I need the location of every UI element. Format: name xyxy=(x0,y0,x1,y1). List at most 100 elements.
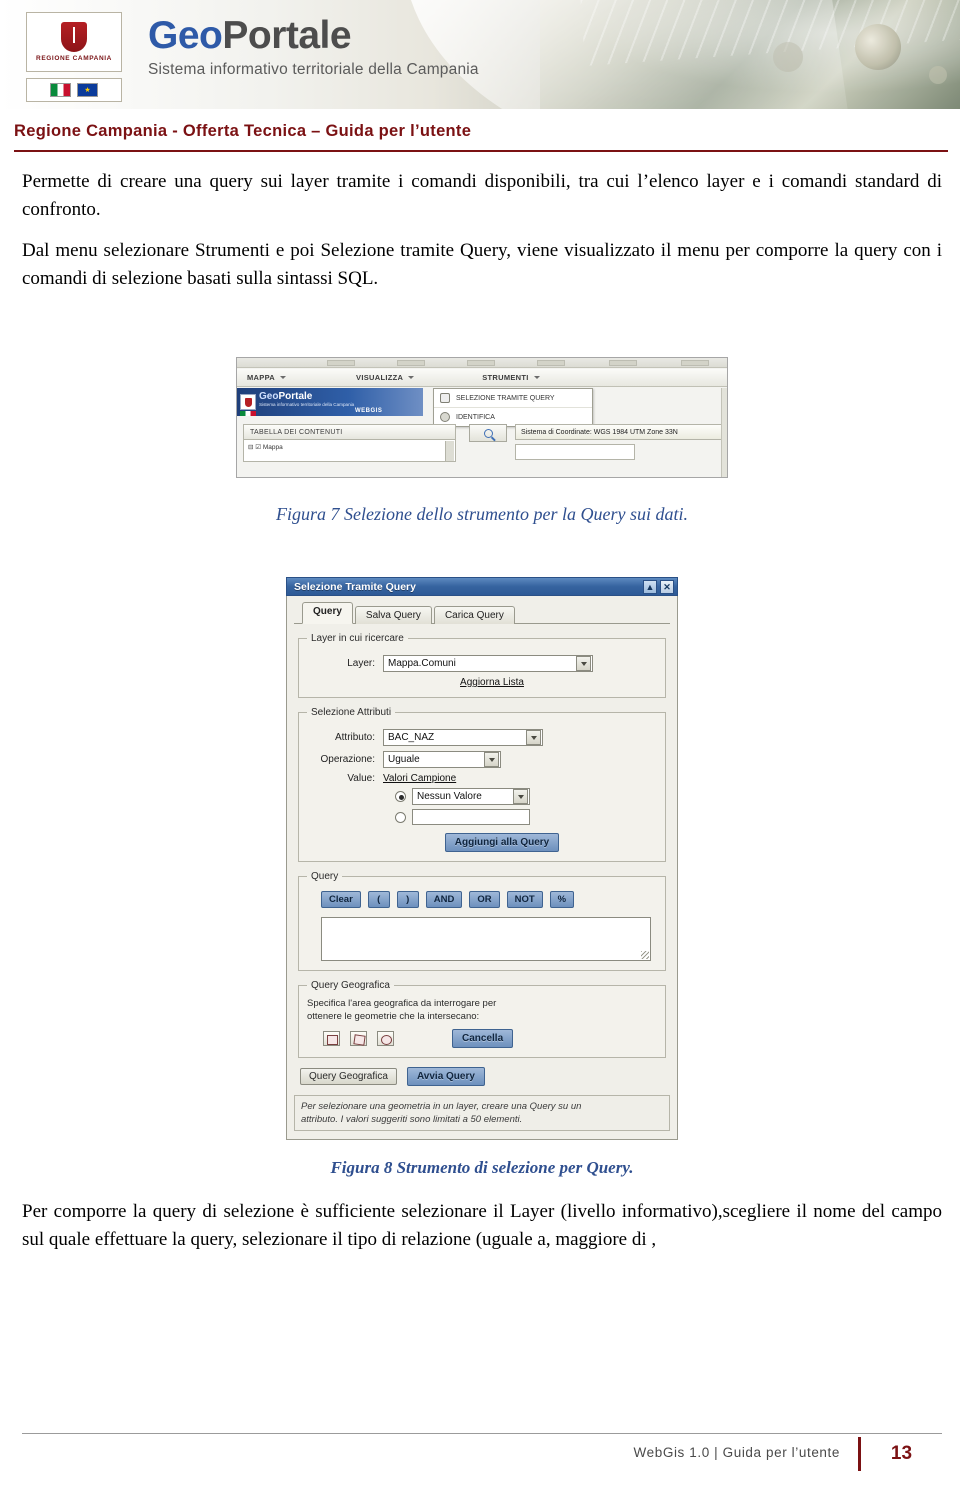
not-button[interactable]: NOT xyxy=(506,891,543,908)
tab-carica-query[interactable]: Carica Query xyxy=(433,606,515,624)
and-button[interactable]: AND xyxy=(425,891,463,908)
f8-window-title: Selezione Tramite Query xyxy=(294,580,416,593)
layer-select-value: Mappa.Comuni xyxy=(388,658,456,669)
operation-select-value: Uguale xyxy=(388,754,420,765)
f7-contents-scrollbar[interactable] xyxy=(445,441,454,461)
figure-8-caption: Figura 8 Strumento di selezione per Quer… xyxy=(330,1158,634,1177)
group-layer: Layer in cui ricercare Layer: Mappa.Comu… xyxy=(298,633,666,698)
group-query-geografica: Query Geografica Specifica l'area geogra… xyxy=(298,980,666,1058)
avvia-query-button[interactable]: Avvia Query xyxy=(406,1067,485,1086)
f7-menubar: MAPPA VISUALIZZA STRUMENTI xyxy=(237,369,727,387)
logo-title: GeoPortale xyxy=(148,16,479,55)
footer-divider xyxy=(22,1433,942,1434)
tab-salva-query[interactable]: Salva Query xyxy=(354,606,432,624)
sample-value-select[interactable]: Nessun Valore xyxy=(412,788,530,805)
collapse-icon[interactable]: ▲ xyxy=(643,579,657,594)
draw-polygon-icon[interactable] xyxy=(377,1031,394,1046)
percent-button[interactable]: % xyxy=(549,891,575,908)
group-layer-legend: Layer in cui ricercare xyxy=(311,633,404,644)
close-paren-button[interactable]: ) xyxy=(396,891,419,908)
chevron-down-icon xyxy=(280,376,287,379)
f8-window-controls: ▲ ✕ xyxy=(643,579,674,594)
f7-logo-webgis: WEBGIS xyxy=(355,408,383,414)
f7-zoom-tool[interactable] xyxy=(469,424,507,442)
draw-point-icon[interactable] xyxy=(323,1031,340,1046)
paragraph-3: Per comporre la query di selezione è suf… xyxy=(22,1201,942,1250)
f7-menu-strumenti[interactable]: STRUMENTI xyxy=(472,373,549,382)
clear-button[interactable]: Clear xyxy=(321,891,361,908)
f7-logo-subtitle: Sistema informativo territoriale della C… xyxy=(259,402,355,407)
f7-menuitem-selezione-tramite-query[interactable]: SELEZIONE TRAMITE QUERY xyxy=(434,389,592,407)
query-geografica-button[interactable]: Query Geografica xyxy=(300,1068,397,1085)
layer-select[interactable]: Mappa.Comuni xyxy=(383,655,593,672)
f7-right-pane xyxy=(721,388,727,477)
attribute-label: Attributo: xyxy=(334,732,375,743)
site-banner: REGIONE CAMPANIA GeoPortale Sistema info… xyxy=(0,0,960,110)
f8-titlebar: Selezione Tramite Query ▲ ✕ xyxy=(286,577,678,596)
f7-menu-mappa-label: MAPPA xyxy=(247,373,276,382)
group-query-legend: Query xyxy=(311,871,339,882)
f8-status-panel: Per selezionare una geometria in un laye… xyxy=(294,1095,670,1131)
f8-dialog-body: Query Salva Query Carica Query Layer in … xyxy=(286,596,678,1140)
aggiorna-lista-link[interactable]: Aggiorna Lista xyxy=(460,677,524,688)
refresh-list-row: Aggiorna Lista xyxy=(307,677,657,688)
page-number: 13 xyxy=(858,1437,942,1471)
draw-rectangle-icon[interactable] xyxy=(350,1031,367,1046)
geo-note-line-2: ottenere le geometrie che la intersecano… xyxy=(307,1011,480,1022)
f7-coordinate-text: Sistema di Coordinate: WGS 1984 UTM Zone… xyxy=(521,428,678,436)
chevron-down-icon xyxy=(533,376,540,379)
f7-menu-visualizza-label: VISUALIZZA xyxy=(356,373,404,382)
eu-flag-icon xyxy=(77,83,98,97)
query-select-icon xyxy=(440,393,450,403)
attribute-select[interactable]: BAC_NAZ xyxy=(383,729,543,746)
group-query: Query Clear ( ) AND OR NOT % xyxy=(298,871,666,971)
flags-block xyxy=(26,78,122,102)
attribute-row: Attributo: BAC_NAZ xyxy=(307,729,657,746)
radio-sample-value[interactable] xyxy=(395,791,406,802)
layer-label: Layer: xyxy=(347,658,375,669)
valori-campione-link[interactable]: Valori Campione xyxy=(383,773,456,784)
chevron-down-icon[interactable] xyxy=(576,656,591,671)
f8-tabstrip: Query Salva Query Carica Query xyxy=(294,602,670,624)
custom-value-input[interactable] xyxy=(412,809,530,825)
f7-logo-portale-text: Portale xyxy=(278,391,313,402)
operation-row: Operazione: Uguale xyxy=(307,751,657,768)
f7-menu-mappa[interactable]: MAPPA xyxy=(237,373,296,382)
f7-menuitem-selezione-label: SELEZIONE TRAMITE QUERY xyxy=(456,394,555,402)
logo-portale-text: Portale xyxy=(222,14,352,57)
page-footer: WebGis 1.0 | Guida per l’utente 13 xyxy=(0,1433,960,1489)
sample-value-select-value: Nessun Valore xyxy=(417,791,482,802)
sample-value-radio-row: Nessun Valore xyxy=(307,788,657,805)
chevron-down-icon[interactable] xyxy=(484,752,499,767)
or-button[interactable]: OR xyxy=(469,891,500,908)
italy-flag-icon xyxy=(50,83,71,97)
document-header: Regione Campania - Offerta Tecnica – Gui… xyxy=(0,110,960,141)
cancella-button[interactable]: Cancella xyxy=(452,1029,514,1048)
magnifier-icon xyxy=(483,428,493,438)
status-line-2: attributo. I valori suggeriti sono limit… xyxy=(301,1114,523,1125)
geo-note-line-1: Specifica l'area geografica da interroga… xyxy=(307,998,497,1009)
f7-menu-visualizza[interactable]: VISUALIZZA xyxy=(346,373,424,382)
add-to-query-row: Aggiungi alla Query xyxy=(307,833,657,852)
f7-menu-strumenti-label: STRUMENTI xyxy=(482,373,529,382)
close-icon[interactable]: ✕ xyxy=(660,579,674,594)
aggiungi-alla-query-button[interactable]: Aggiungi alla Query xyxy=(444,833,560,852)
tab-query[interactable]: Query xyxy=(302,602,353,624)
f7-search-input[interactable] xyxy=(515,444,635,460)
crest-label: REGIONE CAMPANIA xyxy=(36,55,112,62)
document-content: Permette di creare una query sui layer t… xyxy=(0,168,960,1254)
title-divider xyxy=(14,150,948,152)
status-line-1: Per selezionare una geometria in un laye… xyxy=(301,1101,582,1112)
f7-strumenti-dropdown[interactable]: SELEZIONE TRAMITE QUERY IDENTIFICA xyxy=(433,388,593,427)
radio-custom-value[interactable] xyxy=(395,811,406,823)
f7-coordinate-bar: Sistema di Coordinate: WGS 1984 UTM Zone… xyxy=(515,424,723,440)
query-textarea[interactable] xyxy=(321,917,651,961)
chevron-down-icon[interactable] xyxy=(513,789,528,804)
geoportale-logo: GeoPortale Sistema informativo territori… xyxy=(148,16,479,79)
open-paren-button[interactable]: ( xyxy=(367,891,390,908)
f7-flags-icon xyxy=(240,411,256,416)
regione-campania-crest: REGIONE CAMPANIA xyxy=(26,12,122,72)
chevron-down-icon[interactable] xyxy=(526,730,541,745)
operation-select[interactable]: Uguale xyxy=(383,751,501,768)
f7-contents-item[interactable]: ⊟ ☑ Mappa xyxy=(248,444,283,451)
